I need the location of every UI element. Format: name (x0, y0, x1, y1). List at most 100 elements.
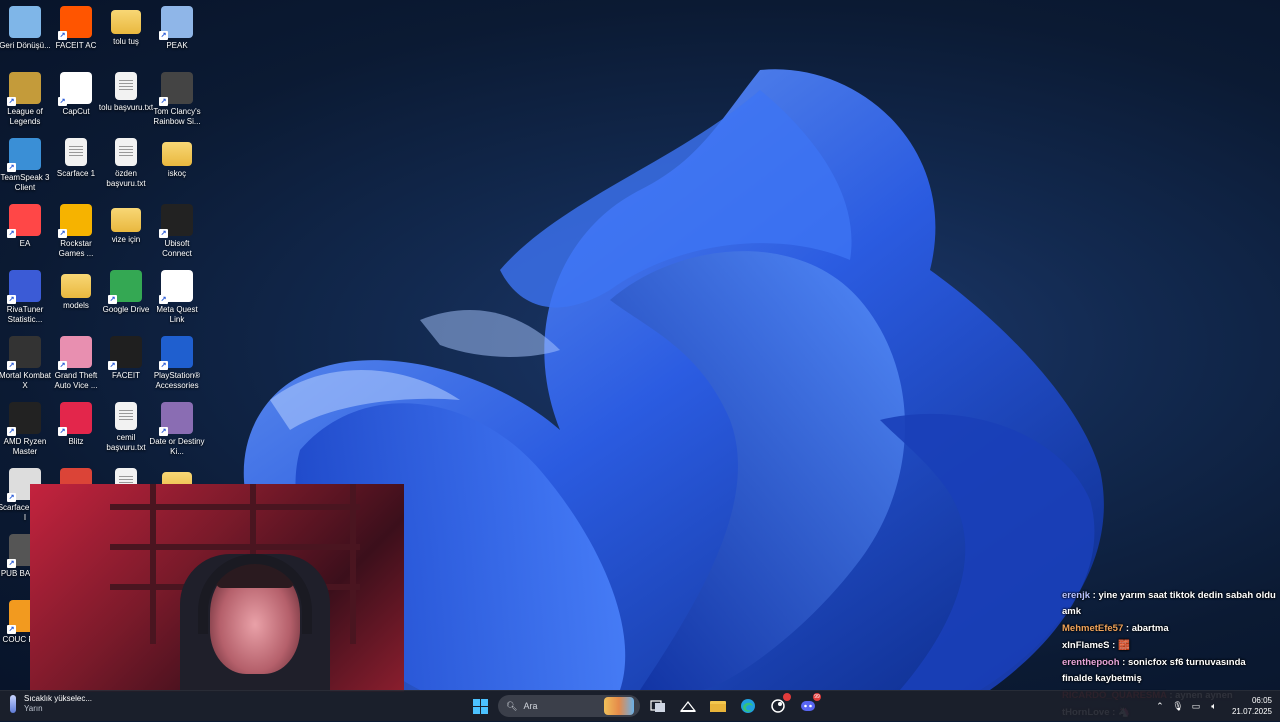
shortcut-arrow-icon: ↗ (58, 361, 67, 370)
shortcut-arrow-icon: ↗ (108, 361, 117, 370)
task-view-button[interactable] (646, 694, 670, 718)
notification-dot (783, 693, 791, 701)
search-icon: 🔍︎ (506, 700, 518, 711)
start-button[interactable] (468, 694, 492, 718)
desktop-icon-text-file[interactable]: özden başvuru.txt (101, 138, 151, 189)
weather-subtitle: Yarın (24, 704, 43, 713)
faceit-ac-icon: ↗ (58, 6, 92, 40)
desktop-icon-folder[interactable]: iskoç (152, 138, 202, 179)
text-file-icon (115, 138, 137, 166)
desktop-icon-rockstar[interactable]: ↗ Rockstar Games ... (51, 204, 101, 259)
desktop-icon-rainbow-six[interactable]: ↗ Tom Clancy's Rainbow Si... (152, 72, 202, 127)
taskbar-search[interactable]: 🔍︎ Ara (498, 695, 640, 717)
shortcut-arrow-icon: ↗ (7, 163, 16, 172)
chat-username[interactable]: erenthepooh (1062, 657, 1120, 668)
shortcut-arrow-icon: ↗ (7, 493, 16, 502)
desktop-icon-folder[interactable]: tolu tuş (101, 6, 151, 47)
text-file-icon (115, 402, 137, 430)
desktop-icon-label: Google Drive (102, 305, 150, 314)
shortcut-arrow-icon: ↗ (7, 427, 16, 436)
rainbow-six-icon: ↗ (159, 72, 193, 106)
shortcut-arrow-icon: ↗ (159, 97, 168, 106)
shortcut-arrow-icon: ↗ (159, 427, 168, 436)
discord-button[interactable]: 99 (796, 693, 821, 718)
shortcut-arrow-icon: ↗ (7, 625, 16, 634)
desktop-icon-folder[interactable]: vize için (101, 204, 151, 245)
desktop-icon-date-or-destiny[interactable]: ↗ Date or Destiny Ki... (149, 402, 205, 457)
clock-date: 21.07.2025 (1231, 707, 1272, 716)
desktop-icon-faceit[interactable]: ↗ FACEIT (101, 336, 151, 381)
desktop-icon-text-file[interactable]: cemil başvuru.txt (101, 402, 151, 453)
desktop-icon-mortal-kombat[interactable]: ↗ Mortal Kombat X (0, 336, 52, 391)
desktop-icon-faceit-ac[interactable]: ↗ FACEIT AC (51, 6, 101, 51)
league-of-legends-icon: ↗ (7, 72, 41, 106)
faceit-icon: ↗ (108, 336, 142, 370)
task-view-icon (650, 700, 665, 712)
shortcut-arrow-icon: ↗ (58, 31, 67, 40)
amd-ryzen-icon: ↗ (7, 402, 41, 436)
desktop-icon-label: Rockstar Games ... (58, 239, 94, 258)
file-explorer-button[interactable] (706, 694, 730, 718)
desktop-icon-ubisoft[interactable]: ↗ Ubisoft Connect (152, 204, 202, 259)
desktop-icon-label: Mortal Kombat X (0, 371, 52, 390)
edge-button[interactable] (736, 694, 760, 718)
volume-icon[interactable]: 🔈︎ (1208, 700, 1220, 712)
steam-like-icon (771, 699, 785, 713)
desktop-icon-peak[interactable]: ↗ PEAK (152, 6, 202, 51)
network-icon[interactable]: ▭ (1190, 700, 1202, 712)
weather-widget[interactable]: Sıcaklık yükselec... Yarın (10, 694, 92, 714)
desktop-icon-blank-file[interactable]: Scarface 1 (51, 138, 101, 179)
desktop-icon-label: iskoç (167, 169, 187, 178)
shortcut-arrow-icon: ↗ (7, 229, 16, 238)
folder-icon (61, 274, 91, 298)
desktop-icon-google-drive[interactable]: ↗ Google Drive (101, 270, 151, 315)
tray-chevron-icon[interactable]: ⌃ (1154, 700, 1166, 712)
folder-icon (162, 142, 192, 166)
folder-icon (111, 10, 141, 34)
desktop-icon-rivatuner[interactable]: ↗ RivaTuner Statistic... (0, 270, 50, 325)
desktop-icon-label: cemil başvuru.txt (106, 433, 146, 452)
shortcut-arrow-icon: ↗ (58, 97, 67, 106)
desktop-icon-blitz[interactable]: ↗ Blitz (51, 402, 101, 447)
clock[interactable]: 06:05 21.07.2025 (1232, 695, 1272, 717)
desktop-icon-label: CapCut (62, 107, 90, 116)
desktop-icon-label: EA (19, 239, 31, 248)
desktop-icon-label: TeamSpeak 3 Client (0, 173, 50, 192)
desktop-icon-gta-vice-city[interactable]: ↗ Grand Theft Auto Vice ... (51, 336, 101, 391)
app-button-a[interactable] (766, 693, 791, 718)
desktop-icon-ea[interactable]: ↗ EA (0, 204, 50, 249)
desktop-icon-amd-ryzen[interactable]: ↗ AMD Ryzen Master (0, 402, 50, 457)
microphone-icon[interactable]: 🎙︎ (1172, 700, 1184, 712)
shortcut-arrow-icon: ↗ (108, 295, 117, 304)
desktop-icon-label: AMD Ryzen Master (3, 437, 47, 456)
desktop-icon-meta-quest[interactable]: ↗ Meta Quest Link (152, 270, 202, 325)
desktop-icon-playstation[interactable]: ↗ PlayStation® Accessories (152, 336, 202, 391)
desktop-icon-label: Date or Destiny Ki... (149, 437, 205, 456)
chat-username[interactable]: erenjk (1062, 590, 1090, 601)
desktop-icon-recycle-bin[interactable]: Geri Dönüşü... (0, 6, 51, 51)
widgets-button[interactable] (676, 694, 700, 718)
rivatuner-icon: ↗ (7, 270, 41, 304)
desktop-icon-teamspeak[interactable]: ↗ TeamSpeak 3 Client (0, 138, 50, 193)
system-tray: ⌃ 🎙︎ ▭ 🔈︎ 06:05 21.07.2025 (1154, 691, 1280, 721)
shortcut-arrow-icon: ↗ (7, 361, 16, 370)
desktop-icon-label: tolu başvuru.txt (98, 103, 154, 112)
ea-icon: ↗ (7, 204, 41, 238)
desktop-icon-capcut[interactable]: ↗ CapCut (51, 72, 101, 117)
desktop-icon-label: vize için (111, 235, 141, 244)
desktop-icon-text-file[interactable]: tolu başvuru.txt (98, 72, 154, 113)
search-placeholder: Ara (523, 701, 538, 711)
shortcut-arrow-icon: ↗ (159, 229, 168, 238)
weather-title: Sıcaklık yükselec... (24, 694, 93, 703)
discord-icon (801, 701, 815, 711)
chat-message: erenjk : yine yarım saat tiktok dedin sa… (1062, 588, 1276, 620)
chat-username[interactable]: xInFlameS (1062, 640, 1110, 651)
desktop-icon-label: PlayStation® Accessories (153, 371, 201, 390)
desktop-icon-folder[interactable]: models (51, 270, 101, 311)
desktop-icon-label: Ubisoft Connect (162, 239, 192, 258)
meta-quest-icon: ↗ (159, 270, 193, 304)
recycle-bin-icon (9, 6, 41, 38)
desktop-icon-league-of-legends[interactable]: ↗ League of Legends (0, 72, 50, 127)
chat-username[interactable]: MehmetEfe57 (1062, 623, 1123, 634)
teamspeak-icon: ↗ (7, 138, 41, 172)
